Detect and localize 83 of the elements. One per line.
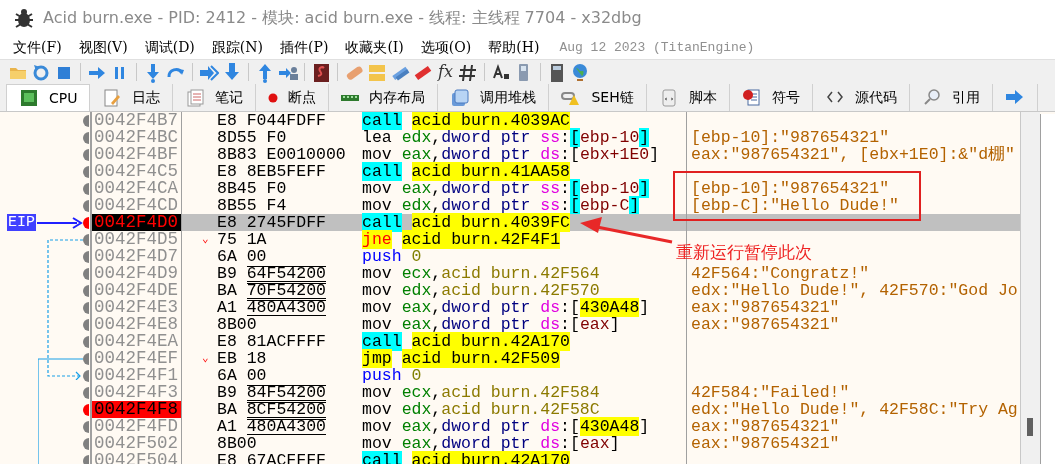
bytes-cell: 8B83 E0010000 [217, 146, 346, 163]
bytes-cell: 75 1A [217, 231, 267, 248]
address-cell: 0042F4DE [92, 282, 182, 299]
address-cell: 0042F4F8 [92, 401, 182, 418]
comment-text: [ebp-C]:"Hello Dude!" [691, 197, 899, 214]
eip-label: EIP [7, 214, 36, 231]
comment-text: eax:"987654321" [691, 418, 840, 435]
comment-text: [ebp-10]:"987654321" [691, 129, 890, 146]
menu-item[interactable]: 视图(V) [78, 37, 128, 58]
bytes-cell: BA 70F54200 [217, 282, 326, 299]
bytes-cell: B9 84F54200 [217, 384, 326, 401]
bytes-cell: E8 2745FDFF [217, 214, 326, 231]
bytes-cell: E8 81ACFFFF [217, 333, 326, 350]
bytes-cell: 8D55 F0 [217, 129, 287, 146]
menu-item[interactable]: 选项(O) [420, 37, 472, 58]
disassembly-cell: lea edx,dword ptr ss:[ebp-10] [356, 129, 687, 146]
comment-text: 42F564:"Congratz!" [691, 265, 870, 282]
comment-text: eax:"987654321", [ebx+1E0]:&"d棚" [691, 146, 1015, 163]
address-cell: 0042F4C5 [92, 163, 182, 180]
jump-mark-icon: ⌄ [202, 231, 217, 248]
breakpoint-dot-icon [268, 92, 279, 103]
tab[interactable]: CPU [6, 84, 91, 111]
address-cell: 0042F4BC [92, 129, 182, 146]
bytes-cell: A1 480A4300 [217, 299, 326, 316]
menu-item[interactable]: 收藏夹(I) [345, 37, 404, 58]
comment-text: edx:"Hello Dude!", 42F570:"God Jo [691, 282, 1018, 299]
comment-text: eax:"987654321" [691, 299, 840, 316]
bytes-cell: E8 F044FDFF [217, 112, 326, 129]
bytes-cell: E8 8EB5FEFF [217, 163, 326, 180]
disassembly-cell: mov eax,dword ptr ds:[430A48] [356, 299, 687, 316]
bytes-cell: 6A 00 [217, 248, 267, 265]
stacked-windows-icon [450, 87, 471, 108]
address-cell: 0042F4EF [92, 350, 182, 367]
address-cell: 0042F4D7 [92, 248, 182, 265]
address-cell: 0042F4EA [92, 333, 182, 350]
script-icon[interactable] [311, 61, 331, 83]
comment-text: edx:"Hello Dude!", 42F58C:"Try Ag [691, 401, 1018, 418]
bytes-cell: 8B00 [217, 435, 257, 452]
bytes-cell: BA 8CF54200 [217, 401, 326, 418]
disassembly-cell: mov ecx,acid burn.42F564 [356, 265, 687, 282]
document-ball-icon [741, 87, 762, 108]
address-cell: 0042F4CA [92, 180, 182, 197]
function-button[interactable]: fx [436, 62, 455, 82]
scrollbar[interactable] [1020, 112, 1040, 464]
address-cell: 0042F4B7 [92, 112, 182, 129]
address-cell: 0042F4F1 [92, 367, 182, 384]
bytes-cell: A1 480A4300 [217, 418, 326, 435]
address-cell: 0042F4D9 [92, 265, 182, 282]
bytes-cell: EB 18 [217, 350, 267, 367]
bug-icon [13, 8, 35, 28]
bytes-cell: B9 64F54200 [217, 265, 326, 282]
disassembly-cell: mov eax,dword ptr ds:[430A48] [356, 418, 687, 435]
comment-text: [ebp-10]:"987654321" [691, 180, 890, 197]
build-info: Aug 12 2023 (TitanEngine) [559, 38, 755, 57]
address-cell: 0042F4E3 [92, 299, 182, 316]
bytes-cell: 8B00 [217, 316, 257, 333]
document-pencil-icon [102, 87, 123, 108]
window-title: Acid burn.exe - PID: 2412 - 模块: acid burn.exe - 线程: 主线程 7704 - x32dbg [43, 7, 642, 29]
menu-item[interactable]: 帮助(H) [488, 37, 540, 58]
eip-arrow [37, 216, 83, 229]
address-cell: 0042F4D0 [92, 214, 182, 231]
menu-item[interactable]: 文件(F) [13, 37, 62, 58]
bytes-cell: 6A 00 [217, 367, 267, 384]
disassembly-cell: mov ecx,acid burn.42F584 [356, 384, 687, 401]
jump-mark-icon: ⌄ [202, 350, 217, 367]
memory-module-icon [341, 94, 360, 101]
address-cell: 0042F502 [92, 435, 182, 452]
scrollbar-thumb[interactable] [1027, 418, 1033, 436]
chip-icon [19, 88, 39, 108]
address-cell: 0042F4D5 [92, 231, 182, 248]
comment-text: eax:"987654321" [691, 316, 840, 333]
disassembly-cell: push 0 [356, 367, 687, 384]
comment-text: 42F584:"Failed!" [691, 384, 850, 401]
address-cell: 0042F4BF [92, 146, 182, 163]
address-cell: 0042F4E8 [92, 316, 182, 333]
notepad-icon [185, 87, 206, 108]
comment-text: eax:"987654321" [691, 435, 840, 452]
menu-item[interactable]: 调试(D) [144, 37, 195, 58]
address-cell: 0042F4FD [92, 418, 182, 435]
bytes-cell: 8B45 F0 [217, 180, 287, 197]
bytes-cell: 8B55 F4 [217, 197, 287, 214]
menu-item[interactable]: 插件(P) [280, 37, 329, 58]
menu-item[interactable]: 跟踪(N) [211, 37, 264, 58]
